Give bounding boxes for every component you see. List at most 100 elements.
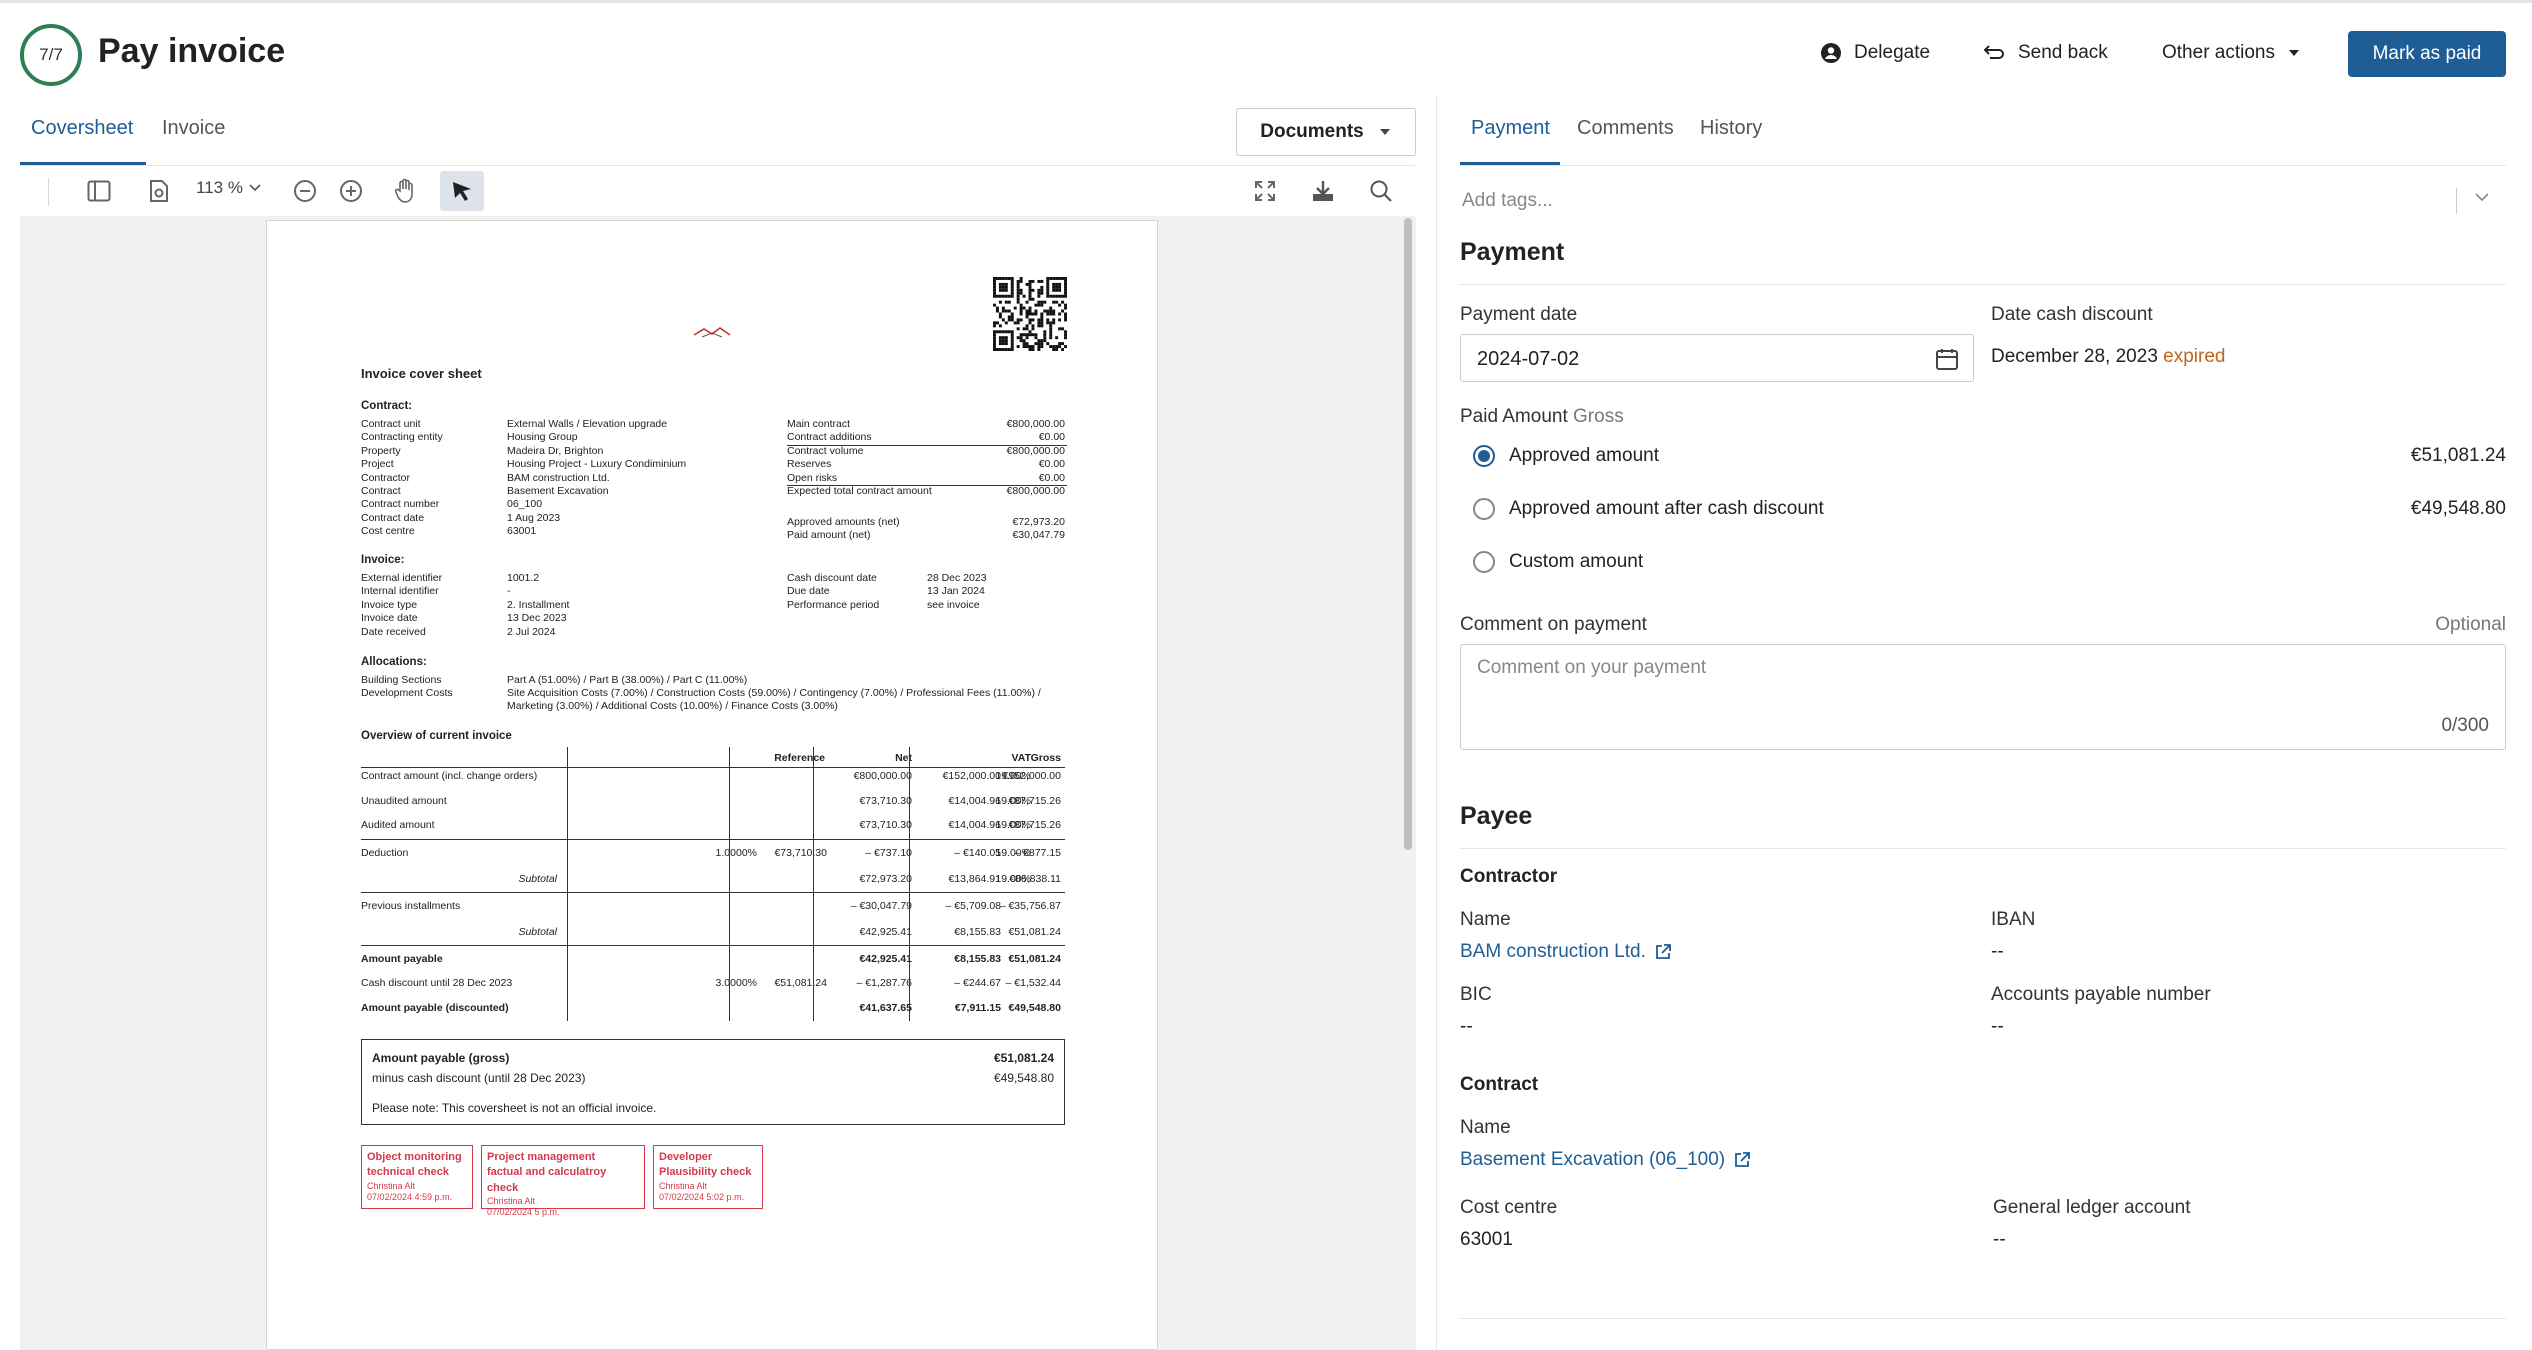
qr-module bbox=[1037, 294, 1041, 298]
qr-module bbox=[1058, 288, 1062, 292]
table-rule bbox=[361, 839, 1065, 840]
tab-invoice[interactable]: Invoice bbox=[162, 117, 225, 140]
mark-as-paid-button[interactable]: Mark as paid bbox=[2348, 31, 2506, 77]
doc-field-label: Contract number bbox=[361, 498, 440, 511]
qr-module bbox=[1064, 315, 1067, 319]
table-rule bbox=[567, 747, 568, 1021]
documents-dropdown[interactable]: Documents bbox=[1236, 108, 1416, 156]
qr-module bbox=[1061, 342, 1065, 346]
qr-module bbox=[993, 288, 996, 292]
summary-value: €49,548.80 bbox=[993, 1071, 1054, 1085]
external-link-icon bbox=[1735, 1152, 1751, 1167]
payment-date-input[interactable]: 2024-07-02 bbox=[1460, 334, 1974, 382]
qr-module bbox=[995, 294, 999, 298]
qr-module bbox=[1010, 336, 1014, 340]
cursor-arrow-icon bbox=[453, 182, 471, 201]
delegate-button[interactable]: Delegate bbox=[1820, 36, 1930, 70]
table-rule bbox=[361, 945, 1065, 946]
qr-module bbox=[1052, 309, 1056, 313]
tab-history[interactable]: History bbox=[1700, 117, 1762, 140]
qr-module bbox=[1025, 327, 1029, 331]
send-back-icon bbox=[1983, 45, 2004, 59]
qr-module bbox=[1016, 288, 1020, 292]
fullscreen-button[interactable] bbox=[1248, 174, 1282, 208]
viewer-scrollbar[interactable] bbox=[1404, 218, 1412, 850]
qr-module bbox=[1061, 277, 1065, 280]
qr-module bbox=[1049, 309, 1053, 313]
doc-field-label: Contract unit bbox=[361, 418, 421, 430]
other-actions-dropdown[interactable]: Other actions bbox=[2162, 36, 2301, 70]
table-cell: – €140.05 bbox=[954, 847, 1001, 859]
comment-textarea[interactable]: Comment on your payment 0/300 bbox=[1460, 644, 2506, 750]
doc-invoice-heading: Invoice: bbox=[361, 554, 405, 566]
qr-module bbox=[1064, 282, 1067, 286]
contract-name-link[interactable]: Basement Excavation (06_100) bbox=[1460, 1149, 1751, 1171]
qr-module bbox=[1031, 324, 1035, 328]
tab-coversheet[interactable]: Coversheet bbox=[31, 117, 133, 140]
qr-module bbox=[1007, 309, 1011, 313]
calendar-icon[interactable] bbox=[1935, 347, 1959, 371]
contractor-name-link[interactable]: BAM construction Ltd. bbox=[1460, 941, 1672, 963]
chevron-down-icon[interactable] bbox=[2474, 192, 2490, 202]
table-cell: €42,925.41 bbox=[859, 926, 912, 938]
download-icon bbox=[1313, 181, 1333, 201]
company-logo bbox=[693, 327, 731, 338]
gl-account-label: General ledger account bbox=[1993, 1197, 2191, 1218]
stamp-time: 07/02/2024 4:59 p.m. bbox=[367, 1192, 453, 1203]
zoom-in-button[interactable] bbox=[334, 174, 368, 208]
qr-module bbox=[1019, 318, 1023, 322]
custom-amount-radio[interactable] bbox=[1473, 551, 1495, 573]
doc-field-label: Due date bbox=[787, 585, 830, 598]
qr-module bbox=[1049, 336, 1053, 340]
qr-module bbox=[1049, 324, 1053, 328]
page-view-button[interactable] bbox=[142, 174, 176, 208]
qr-module bbox=[1061, 348, 1065, 351]
qr-module bbox=[1001, 342, 1005, 346]
qr-module bbox=[1037, 321, 1041, 325]
table-cell: €72,973.20 bbox=[859, 873, 912, 885]
zoom-select[interactable]: 113 % bbox=[196, 178, 261, 198]
qr-module bbox=[1058, 342, 1062, 346]
qr-module bbox=[1028, 312, 1032, 316]
tab-payment[interactable]: Payment bbox=[1471, 117, 1550, 140]
approved-amount-radio[interactable] bbox=[1473, 445, 1495, 467]
qr-module bbox=[1019, 309, 1023, 313]
doc-field-label: Contract bbox=[361, 485, 401, 497]
download-button[interactable] bbox=[1306, 174, 1340, 208]
doc-allocations-heading: Allocations: bbox=[361, 656, 427, 668]
qr-module bbox=[1040, 342, 1044, 346]
sidebar-toggle-button[interactable] bbox=[82, 174, 116, 208]
qr-module bbox=[1037, 348, 1041, 351]
stamp-title: Object monitoring bbox=[367, 1151, 462, 1163]
qr-module bbox=[1064, 303, 1067, 307]
qr-module bbox=[993, 279, 996, 283]
qr-module bbox=[1028, 345, 1032, 349]
doc-field-label: Contract volume bbox=[787, 444, 864, 457]
summary-label: minus cash discount (until 28 Dec 2023) bbox=[372, 1071, 586, 1085]
qr-module bbox=[1022, 342, 1026, 346]
qr-module bbox=[998, 300, 1002, 304]
tags-input[interactable]: Add tags... bbox=[1462, 190, 1553, 212]
zoom-out-button[interactable] bbox=[288, 174, 322, 208]
qr-module bbox=[1016, 345, 1020, 349]
approved-after-discount-radio[interactable] bbox=[1473, 498, 1495, 520]
search-document-button[interactable] bbox=[1364, 174, 1398, 208]
qr-module bbox=[1046, 291, 1050, 295]
qr-module bbox=[1022, 345, 1026, 349]
qr-module bbox=[998, 312, 1002, 316]
pan-tool-button[interactable] bbox=[388, 174, 422, 208]
qr-module bbox=[1046, 285, 1050, 289]
qr-code bbox=[993, 277, 1067, 351]
qr-module bbox=[1010, 315, 1014, 319]
qr-module bbox=[1058, 327, 1062, 331]
send-back-button[interactable]: Send back bbox=[1982, 36, 2108, 70]
paid-amount-title: Paid Amount bbox=[1460, 406, 1568, 427]
qr-module bbox=[1046, 312, 1050, 316]
qr-module bbox=[995, 309, 999, 313]
qr-module bbox=[1007, 294, 1011, 298]
select-tool-button[interactable] bbox=[440, 171, 484, 211]
table-cell: €51,081.24 bbox=[774, 977, 827, 989]
toolbar-separator bbox=[48, 178, 49, 206]
qr-module bbox=[1028, 279, 1032, 283]
tab-comments[interactable]: Comments bbox=[1577, 117, 1674, 140]
